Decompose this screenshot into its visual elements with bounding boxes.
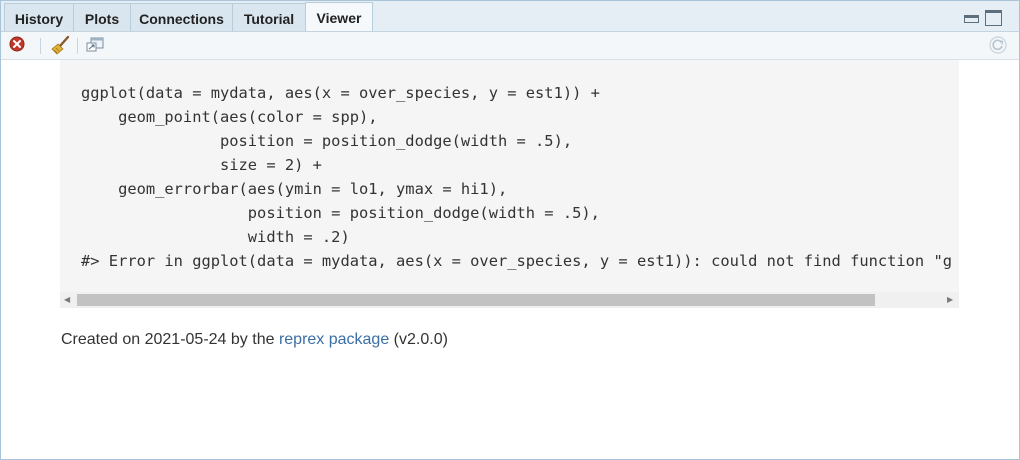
minimize-pane-icon[interactable]: [964, 15, 979, 23]
code-text: ggplot(data = mydata, aes(x = over_speci…: [81, 81, 952, 273]
viewer-pane: History Plots Connections Tutorial Viewe…: [0, 0, 1020, 460]
code-line: geom_point(aes(color = spp),: [81, 108, 378, 126]
refresh-icon[interactable]: [989, 36, 1007, 54]
code-line: ggplot(data = mydata, aes(x = over_speci…: [81, 84, 600, 102]
code-block: ggplot(data = mydata, aes(x = over_speci…: [60, 60, 959, 308]
tab-history[interactable]: History: [4, 3, 74, 31]
tab-tutorial[interactable]: Tutorial: [232, 3, 306, 31]
tab-viewer[interactable]: Viewer: [305, 2, 373, 31]
scroll-right-arrow-icon[interactable]: ▶: [947, 295, 953, 305]
maximize-pane-icon[interactable]: [985, 10, 1002, 26]
broom-clear-icon[interactable]: [51, 35, 71, 55]
tab-connections[interactable]: Connections: [130, 3, 233, 31]
code-line: position = position_dodge(width = .5),: [81, 204, 600, 222]
code-line: size = 2) +: [81, 156, 322, 174]
code-line: position = position_dodge(width = .5),: [81, 132, 573, 150]
footer-suffix: (v2.0.0): [389, 331, 448, 348]
horizontal-scrollbar[interactable]: ◀ ▶: [60, 292, 959, 308]
popout-window-icon[interactable]: [86, 37, 104, 53]
toolbar-separator: [40, 38, 41, 54]
viewer-toolbar: [1, 32, 1019, 60]
reprex-package-link[interactable]: reprex package: [279, 331, 389, 348]
toolbar-separator: [77, 38, 78, 54]
scrollbar-thumb[interactable]: [77, 294, 875, 306]
code-line: width = .2): [81, 228, 350, 246]
footer-prefix: Created on 2021-05-24 by the: [61, 331, 279, 348]
code-line: geom_errorbar(aes(ymin = lo1, ymax = hi1…: [81, 180, 508, 198]
remove-icon[interactable]: [9, 36, 25, 52]
tab-bar: History Plots Connections Tutorial Viewe…: [1, 1, 1019, 32]
code-error-line: #> Error in ggplot(data = mydata, aes(x …: [81, 252, 952, 270]
scroll-left-arrow-icon[interactable]: ◀: [64, 295, 70, 305]
tab-plots[interactable]: Plots: [73, 3, 131, 31]
viewer-content: ggplot(data = mydata, aes(x = over_speci…: [1, 60, 1019, 459]
reprex-footer: Created on 2021-05-24 by the reprex pack…: [61, 331, 448, 349]
